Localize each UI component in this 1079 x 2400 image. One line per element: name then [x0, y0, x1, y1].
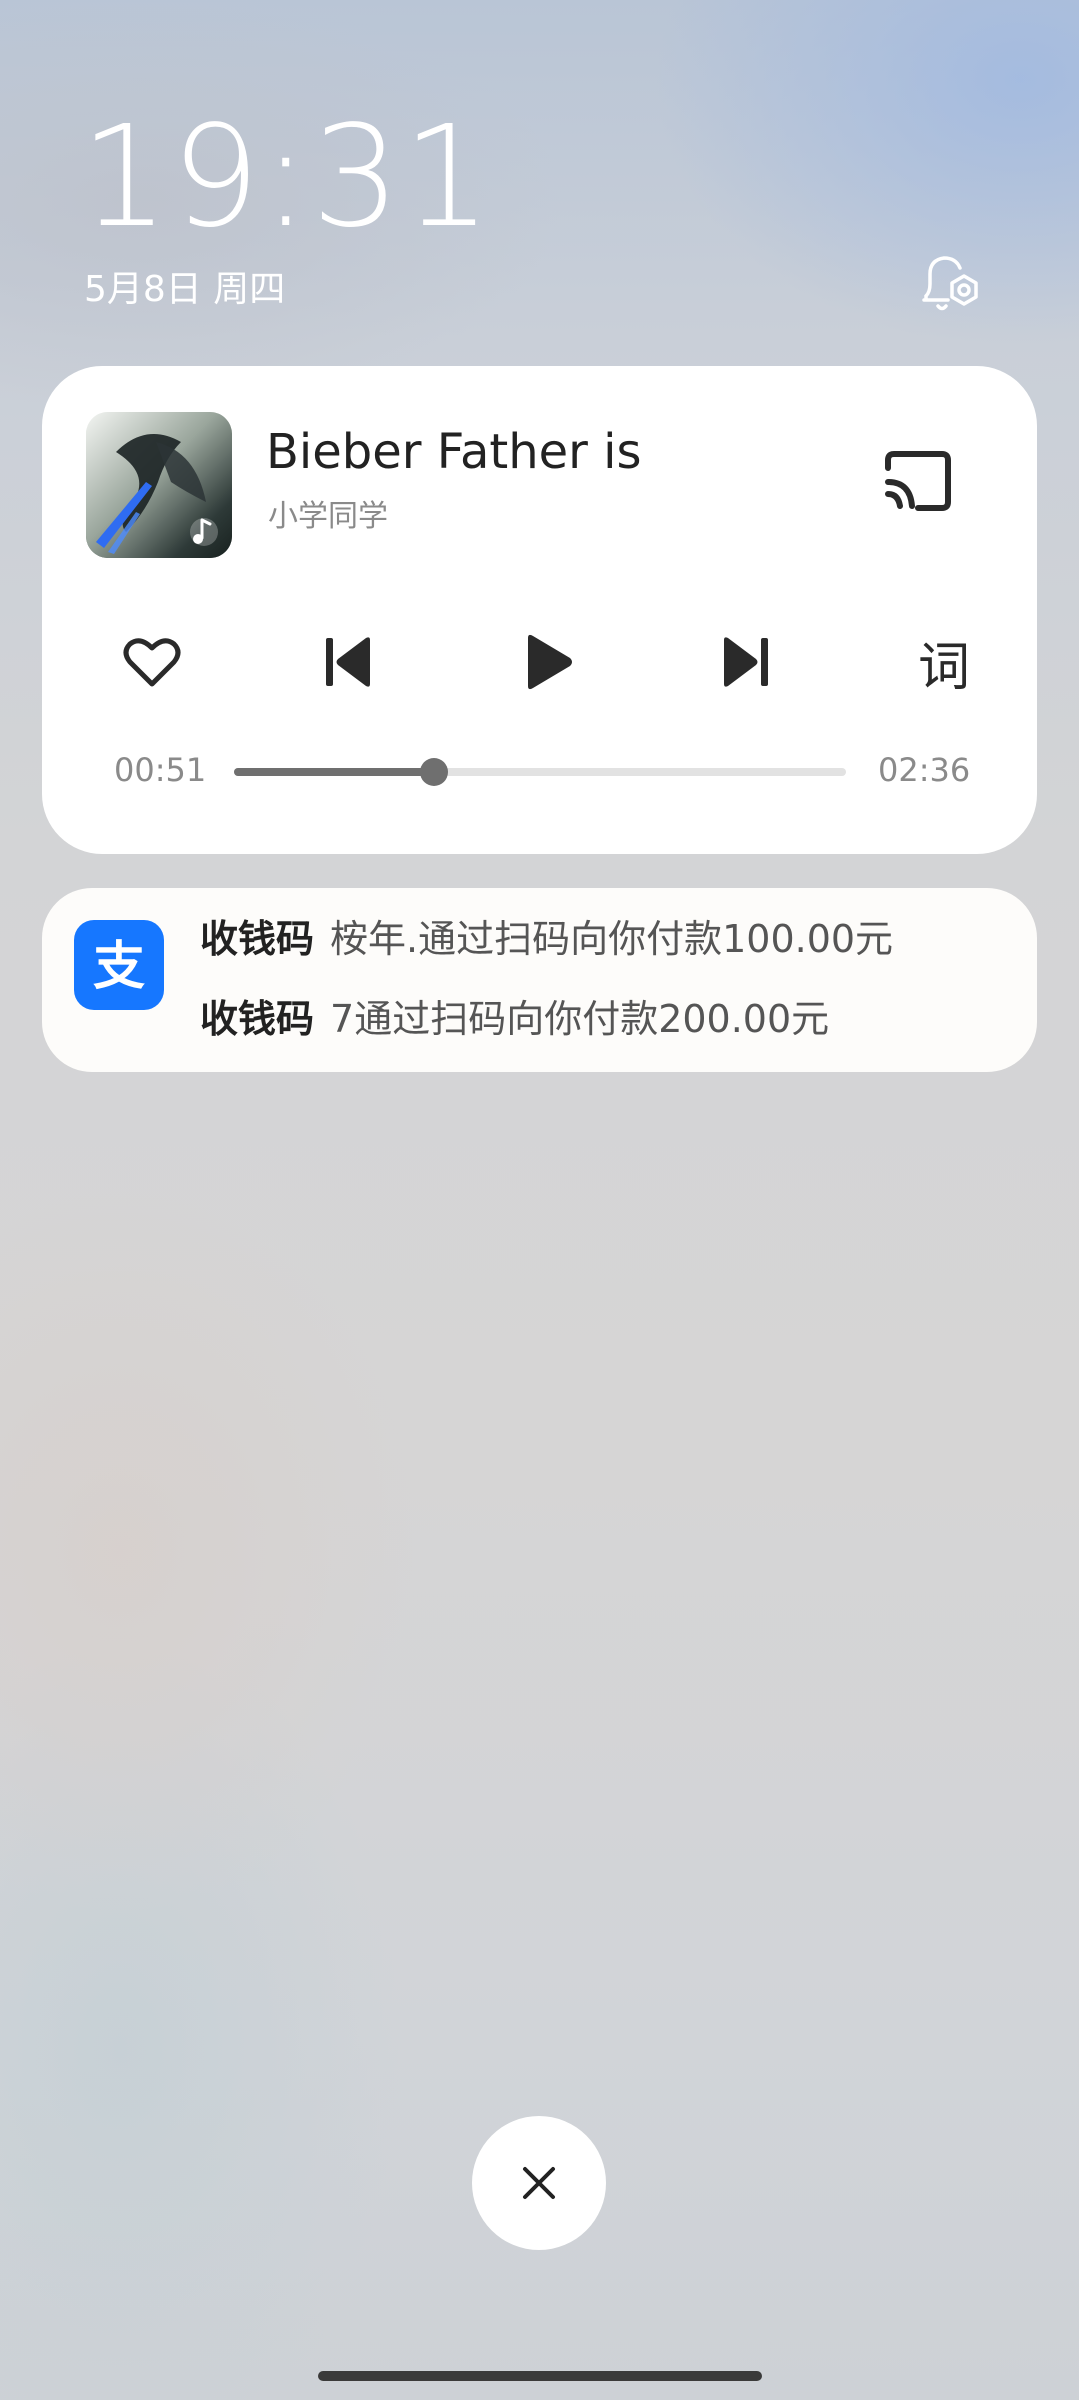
close-button[interactable]: [472, 2116, 606, 2250]
progress-slider[interactable]: [234, 758, 846, 786]
notification-title: 收钱码: [200, 997, 315, 1041]
lyrics-button[interactable]: 词: [908, 626, 980, 698]
alipay-icon: 支: [74, 920, 164, 1010]
skip-next-icon[interactable]: [710, 626, 782, 698]
album-art-image[interactable]: [86, 412, 232, 558]
heart-icon[interactable]: [116, 626, 188, 698]
play-icon[interactable]: [512, 626, 584, 698]
total-time: 02:36: [878, 751, 971, 789]
close-icon: [523, 2167, 555, 2199]
skip-previous-icon[interactable]: [312, 626, 384, 698]
notification-body: 桉年.通过扫码向你付款100.00元: [330, 917, 894, 961]
track-artist: 小学同学: [268, 499, 388, 534]
notification-body: 7通过扫码向你付款200.00元: [330, 997, 830, 1041]
progress-thumb[interactable]: [420, 758, 449, 786]
alipay-notification[interactable]: 支 收钱码 桉年.通过扫码向你付款100.00元 收钱码 7通过扫码向你付款200.…: [42, 888, 1037, 1072]
lockscreen-clock: 19:31: [80, 96, 494, 259]
current-time: 00:51: [114, 751, 207, 789]
progress-fill: [234, 768, 435, 776]
track-title: Bieber Father is: [266, 424, 642, 480]
notification-line: 收钱码 7通过扫码向你付款200.00元: [200, 1000, 829, 1038]
notification-line: 收钱码 桉年.通过扫码向你付款100.00元: [200, 920, 893, 958]
cast-icon[interactable]: [878, 446, 958, 516]
alipay-glyph: 支: [93, 937, 145, 997]
lockscreen-date: 5月8日 周四: [84, 269, 286, 310]
bell-settings-icon[interactable]: [912, 248, 988, 324]
home-indicator[interactable]: [318, 2371, 762, 2381]
media-player-card[interactable]: Bieber Father is 小学同学 词 00:51 02:36: [42, 366, 1037, 854]
notification-title: 收钱码: [200, 917, 315, 961]
